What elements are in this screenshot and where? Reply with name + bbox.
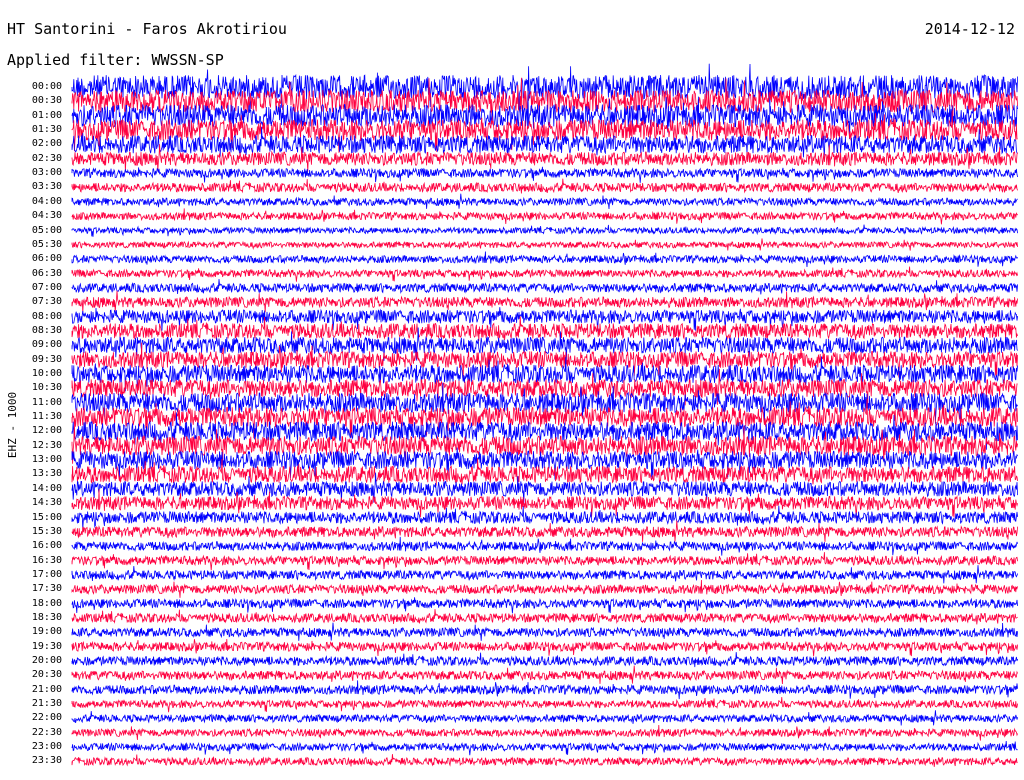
trace-row-2000 (71, 652, 1018, 668)
trace-row-0700 (71, 279, 1018, 295)
trace-row-0430 (71, 208, 1018, 225)
helicorder-plot (71, 63, 1018, 767)
trace-row-1930 (71, 638, 1018, 657)
trace-row-2130 (71, 697, 1018, 713)
trace-row-1630 (71, 552, 1018, 571)
trace-row-0800 (71, 307, 1018, 332)
trace-row-0630 (71, 266, 1018, 282)
trace-row-0400 (71, 193, 1018, 210)
trace-row-1600 (71, 536, 1018, 556)
trace-row-2230 (71, 724, 1018, 741)
trace-row-0330 (71, 178, 1018, 194)
trace-row-1500 (71, 505, 1018, 529)
trace-row-1530 (71, 520, 1018, 542)
trace-row-2100 (71, 680, 1018, 700)
trace-row-1830 (71, 609, 1018, 625)
trace-row-1700 (71, 565, 1018, 584)
trace-row-2330 (71, 754, 1018, 767)
trace-row-1730 (71, 579, 1018, 598)
trace-row-2200 (71, 710, 1018, 726)
trace-row-0230 (71, 144, 1018, 172)
trace-row-2030 (71, 665, 1018, 685)
trace-row-0600 (71, 251, 1018, 268)
trace-row-1800 (71, 597, 1018, 614)
trace-row-0500 (71, 224, 1018, 237)
trace-row-1900 (71, 622, 1018, 641)
trace-row-0300 (71, 166, 1018, 183)
trace-row-0530 (71, 238, 1018, 251)
trace-row-0730 (71, 290, 1018, 313)
trace-row-2300 (71, 740, 1018, 756)
